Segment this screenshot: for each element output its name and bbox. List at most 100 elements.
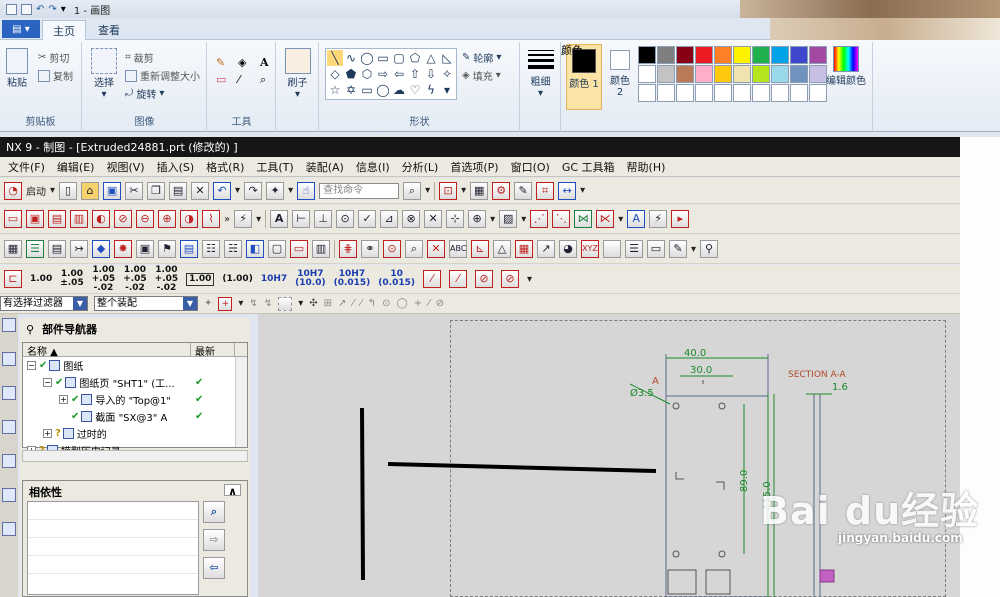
- box-select-icon[interactable]: [278, 296, 293, 311]
- snap-center-icon[interactable]: ⊙: [382, 298, 390, 309]
- half-section-icon[interactable]: ◑: [180, 210, 198, 228]
- layers-icon[interactable]: ☰: [26, 240, 44, 258]
- cut-icon[interactable]: ✂: [125, 181, 144, 200]
- text-icon[interactable]: A: [260, 56, 278, 69]
- tolerance-style-button[interactable]: 1.00 +.05 -.02: [92, 265, 115, 293]
- drawing-canvas[interactable]: 40.0 30.0 Ø3.5 A 89.0 115.0 SECTION A-A …: [258, 314, 960, 597]
- callout-oval-icon[interactable]: ◯: [375, 82, 391, 98]
- explode-icon[interactable]: ✸: [114, 240, 132, 258]
- menu-item[interactable]: 格式(R): [206, 159, 244, 175]
- section-view-icon[interactable]: ▥: [70, 210, 88, 228]
- pin-icon[interactable]: ⚲: [700, 240, 719, 258]
- show-icon[interactable]: ⋉: [596, 210, 615, 228]
- col-name-header[interactable]: 名称 ▲: [23, 343, 191, 358]
- menu-item[interactable]: 分析(L): [402, 159, 439, 175]
- label-icon[interactable]: ✕: [427, 240, 445, 258]
- part-navigator-tab-icon[interactable]: [2, 318, 16, 332]
- history-tab-icon[interactable]: [2, 488, 16, 502]
- shapes-gallery[interactable]: ╲ ∿ ◯ ▭ ▢ ⬠ △ ◺ ◇ ⬟ ⬡ ⇨ ⇦ ⇧ ⇩ ✧ ☆ ✡ ▭ ◯ ☁ ♡ ϟ ▾: [325, 48, 457, 100]
- menu-item[interactable]: 帮助(H): [627, 159, 666, 175]
- roles-tab-icon[interactable]: [2, 522, 16, 536]
- star6-shape-icon[interactable]: ✡: [343, 82, 359, 98]
- snap-point-icon[interactable]: ✦: [204, 298, 212, 309]
- fill-bucket-icon[interactable]: ◈: [238, 56, 256, 69]
- qat-dropdown-icon[interactable]: ▾: [61, 4, 66, 15]
- centerline-icon[interactable]: ✕: [424, 210, 443, 228]
- new-file-icon[interactable]: ▯: [59, 181, 78, 200]
- copy-icon[interactable]: ❐: [147, 181, 166, 200]
- tolerance-style-button[interactable]: 10H7 (0.015): [334, 270, 371, 288]
- tree-row[interactable]: +? 过时的: [23, 425, 247, 442]
- snap-endpoint-icon[interactable]: ↗: [338, 298, 346, 309]
- tolerance-style-button[interactable]: 10 (0.015): [378, 270, 415, 288]
- color-picker-icon[interactable]: ⁄: [238, 73, 256, 87]
- select-button[interactable]: 选择 ▾: [89, 48, 119, 100]
- dim-width-40[interactable]: 40.0: [684, 348, 706, 359]
- no-dim-icon[interactable]: ⊘: [474, 270, 493, 288]
- weld-symbol-icon[interactable]: ⊿: [380, 210, 399, 228]
- fill-button[interactable]: ◈ 填充 ▾: [462, 68, 501, 83]
- rect-shape-icon[interactable]: ▭: [375, 50, 391, 66]
- tree-horizontal-scrollbar[interactable]: [22, 450, 248, 462]
- tree-row[interactable]: − ✔ 图纸页 "SHT1" (工... ✔: [23, 374, 247, 391]
- break-line-icon[interactable]: ⌇: [202, 210, 220, 228]
- pentagon-shape-icon[interactable]: ⬟: [343, 66, 359, 82]
- sketch-icon[interactable]: ✎: [514, 181, 533, 200]
- menu-item[interactable]: 装配(A): [306, 159, 344, 175]
- callout-cloud-icon[interactable]: ☁: [391, 82, 407, 98]
- dim-edit-icon[interactable]: ⁄: [422, 270, 441, 288]
- text-style-icon[interactable]: A: [627, 210, 646, 228]
- feature-control-icon[interactable]: ⊢: [292, 210, 311, 228]
- list-icon[interactable]: ☰: [625, 240, 643, 258]
- component-icon[interactable]: ◆: [92, 240, 110, 258]
- open-folder-icon[interactable]: ⌂: [81, 181, 100, 200]
- down-arrow-shape-icon[interactable]: ⇩: [423, 66, 439, 82]
- menu-item[interactable]: 信息(I): [356, 159, 390, 175]
- move-icon[interactable]: ↣: [70, 240, 88, 258]
- balloon-icon[interactable]: ⊙: [336, 210, 355, 228]
- border-icon[interactable]: ▢: [268, 240, 286, 258]
- pen-icon[interactable]: ✎: [669, 240, 687, 258]
- style-icon[interactable]: ⚡: [649, 210, 668, 228]
- hexagon-shape-icon[interactable]: ⬡: [359, 66, 375, 82]
- target-icon[interactable]: ⊗: [402, 210, 421, 228]
- hide-icon[interactable]: ⋈: [574, 210, 593, 228]
- no-dim2-icon[interactable]: ⊘: [500, 270, 519, 288]
- blank-icon[interactable]: [603, 240, 621, 258]
- menu-item[interactable]: 工具(T): [256, 159, 293, 175]
- pencil-icon[interactable]: ✎: [216, 56, 234, 69]
- check-icon[interactable]: ✔: [71, 411, 79, 422]
- lightning-shape-icon[interactable]: ϟ: [423, 82, 439, 98]
- parts-list-icon[interactable]: ☷: [202, 240, 220, 258]
- update-view-icon[interactable]: ⚡: [234, 210, 253, 228]
- tolerance-style-button[interactable]: 10H7 (10.0): [295, 270, 325, 288]
- paint-app-icon[interactable]: [6, 3, 17, 15]
- title-block-icon[interactable]: ▭: [290, 240, 308, 258]
- crosshair-icon[interactable]: ⊕: [468, 210, 487, 228]
- magnifier-icon[interactable]: ⌕: [260, 73, 278, 87]
- menu-item[interactable]: 文件(F): [8, 159, 45, 175]
- layer-icon[interactable]: ▦: [470, 181, 489, 200]
- datum-icon[interactable]: ⊥: [314, 210, 333, 228]
- expand-icon[interactable]: +: [59, 395, 68, 404]
- search-icon[interactable]: ⌕: [403, 181, 422, 200]
- check-icon[interactable]: ✔: [55, 377, 63, 388]
- hole-table-icon[interactable]: ⊙: [383, 240, 401, 258]
- dim-diameter[interactable]: Ø3.5: [630, 387, 654, 399]
- ref-set-icon[interactable]: ⚑: [158, 240, 176, 258]
- dimension-style-icon[interactable]: ⊏: [4, 270, 22, 288]
- arrow-icon[interactable]: ↗: [537, 240, 555, 258]
- grid-icon[interactable]: ⌗: [536, 181, 555, 200]
- rotate-button[interactable]: ⤾ 旋转 ▾: [125, 86, 164, 101]
- snap-intersection-icon[interactable]: ⊘: [436, 298, 444, 309]
- check-icon[interactable]: ✔: [71, 394, 79, 405]
- tolerance-style-button[interactable]: (1.00): [222, 274, 252, 284]
- revision-icon[interactable]: ▥: [312, 240, 330, 258]
- tab-view[interactable]: 查看: [88, 20, 130, 40]
- redo-icon[interactable]: ↷: [244, 181, 263, 200]
- brushes-group[interactable]: 刷子 ▾: [277, 42, 319, 130]
- snap-curve-icon[interactable]: ⁄: [360, 298, 362, 309]
- symbol-icon[interactable]: ◕: [559, 240, 577, 258]
- arrow-right-icon[interactable]: ⇨: [203, 529, 225, 551]
- tree-row[interactable]: ✔ 截面 "SX@3" A ✔: [23, 408, 247, 425]
